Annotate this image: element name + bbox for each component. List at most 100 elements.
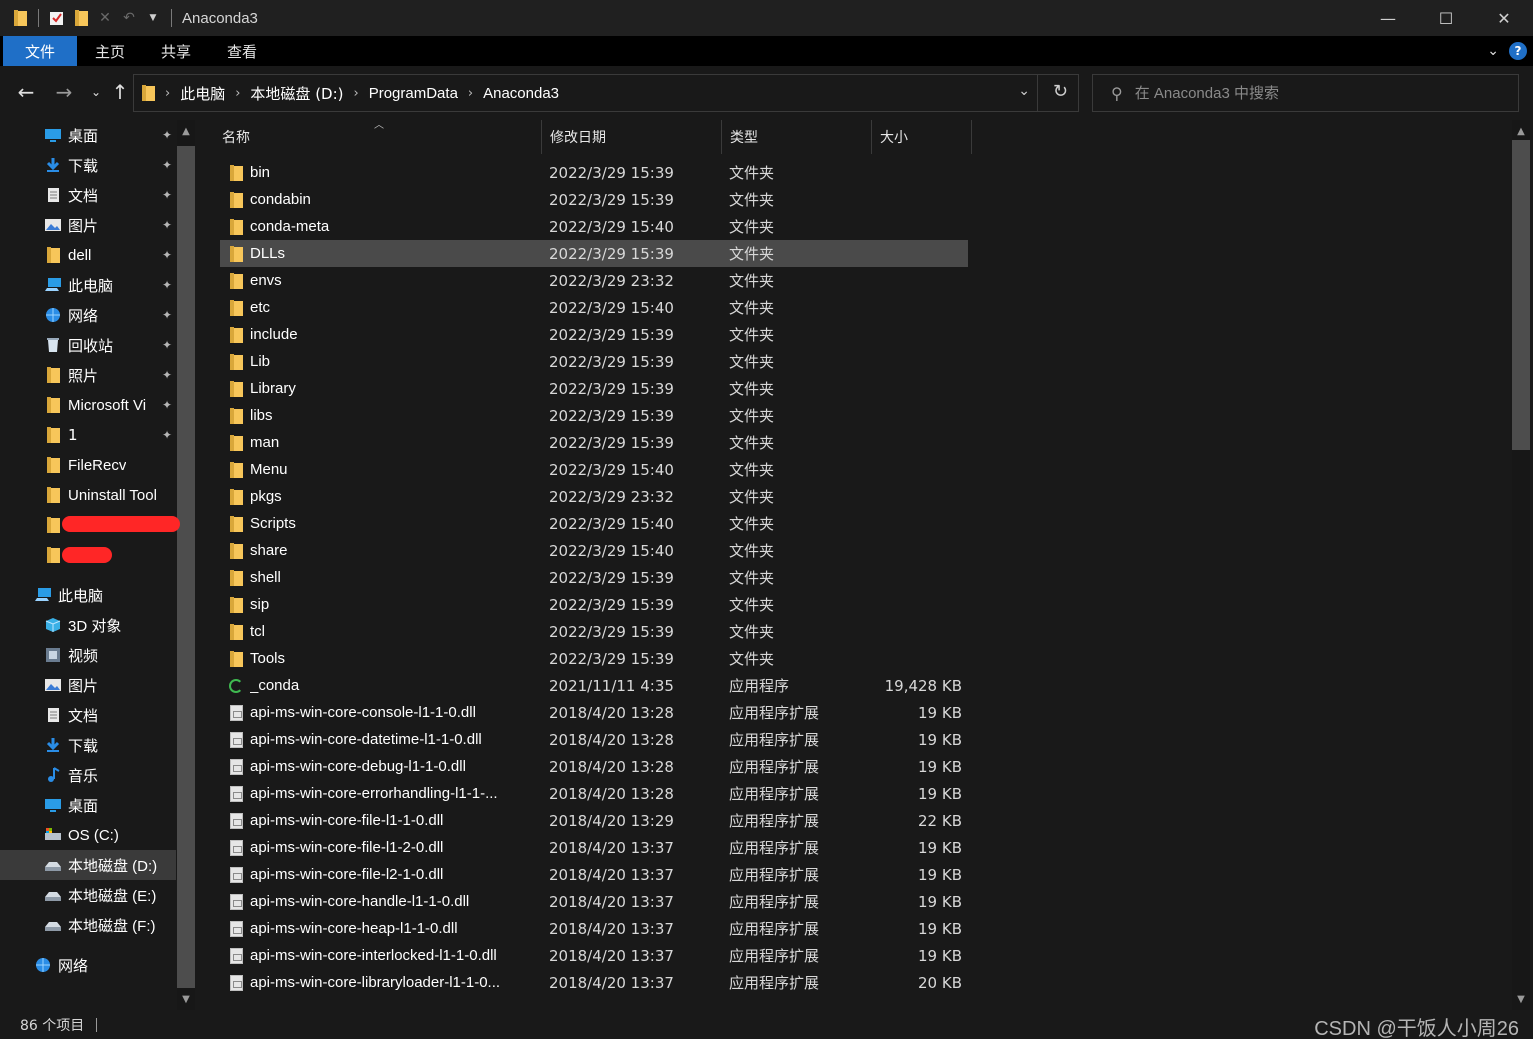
column-header-type[interactable]: 类型	[722, 120, 872, 154]
file-row[interactable]: api-ms-win-core-console-l1-1-0.dll 2018/4…	[220, 699, 968, 726]
chevron-right-icon[interactable]: ›	[354, 86, 359, 101]
breadcrumb-programdata[interactable]: ProgramData	[369, 85, 458, 102]
chevron-right-icon[interactable]: ›	[235, 86, 240, 101]
properties-icon[interactable]	[47, 8, 67, 28]
file-list-scroll-thumb[interactable]	[1512, 140, 1530, 450]
sidebar-item-quick-7[interactable]: 回收站 ✦	[0, 330, 176, 360]
sidebar-item-quick-5[interactable]: 此电脑 ✦	[0, 270, 176, 300]
sidebar-item-quick-1[interactable]: 下载 ✦	[0, 150, 176, 180]
file-row[interactable]: include 2022/3/29 15:39 文件夹	[220, 321, 968, 348]
file-row[interactable]: etc 2022/3/29 15:40 文件夹	[220, 294, 968, 321]
file-row[interactable]: api-ms-win-core-heap-l1-1-0.dll 2018/4/20…	[220, 915, 968, 942]
file-row[interactable]: man 2022/3/29 15:39 文件夹	[220, 429, 968, 456]
breadcrumb-drive-d[interactable]: 本地磁盘 (D:)	[250, 83, 343, 104]
file-row[interactable]: shell 2022/3/29 15:39 文件夹	[220, 564, 968, 591]
column-header-name[interactable]: 名称	[214, 120, 542, 154]
sidebar-item-pc-3[interactable]: 文档	[0, 700, 176, 730]
undo-icon[interactable]: ↶	[119, 8, 139, 28]
search-input[interactable]	[1134, 84, 1495, 102]
file-row[interactable]: conda-meta 2022/3/29 15:40 文件夹	[220, 213, 968, 240]
file-row[interactable]: api-ms-win-core-file-l1-2-0.dll 2018/4/20…	[220, 834, 968, 861]
tab-share[interactable]: 共享	[143, 36, 209, 66]
file-row[interactable]: api-ms-win-core-handle-l1-1-0.dll 2018/4/…	[220, 888, 968, 915]
tab-view[interactable]: 查看	[209, 36, 275, 66]
sidebar-item-pc-6[interactable]: 桌面	[0, 790, 176, 820]
sidebar-item-pc-4[interactable]: 下载	[0, 730, 176, 760]
minimize-button[interactable]: —	[1359, 0, 1417, 36]
file-row[interactable]: bin 2022/3/29 15:39 文件夹	[220, 159, 968, 186]
file-row[interactable]: DLLs 2022/3/29 15:39 文件夹	[220, 240, 968, 267]
file-row[interactable]: api-ms-win-core-interlocked-l1-1-0.dll 20…	[220, 942, 968, 969]
scroll-up-icon[interactable]: ▲	[1512, 122, 1530, 140]
tab-file[interactable]: 文件	[3, 36, 78, 66]
scroll-up-icon[interactable]: ▲	[177, 122, 195, 140]
sidebar-item-pc-1[interactable]: 视频	[0, 640, 176, 670]
sidebar-item-this-pc[interactable]: 此电脑	[0, 580, 176, 610]
sidebar-item-quick-12[interactable]: Uninstall Tool	[0, 480, 176, 510]
file-row[interactable]: Scripts 2022/3/29 15:40 文件夹	[220, 510, 968, 537]
file-row[interactable]: _conda 2021/11/11 4:35 应用程序 19,428 KB	[220, 672, 968, 699]
sidebar-scrollbar[interactable]: ▲ ▼	[177, 120, 195, 1010]
file-row[interactable]: condabin 2022/3/29 15:39 文件夹	[220, 186, 968, 213]
expand-ribbon-icon[interactable]: ⌄	[1487, 43, 1499, 59]
sidebar-item-quick-4[interactable]: dell ✦	[0, 240, 176, 270]
file-row[interactable]: envs 2022/3/29 23:32 文件夹	[220, 267, 968, 294]
sidebar-item-quick-3[interactable]: 图片 ✦	[0, 210, 176, 240]
file-row[interactable]: api-ms-win-core-file-l1-1-0.dll 2018/4/20…	[220, 807, 968, 834]
scroll-down-icon[interactable]: ▼	[177, 990, 195, 1008]
file-list-scrollbar[interactable]: ▲ ▼	[1512, 120, 1530, 1010]
file-row[interactable]: tcl 2022/3/29 15:39 文件夹	[220, 618, 968, 645]
search-box[interactable]: ⚲	[1092, 74, 1519, 112]
up-icon[interactable]: ↑	[108, 80, 132, 104]
delete-icon[interactable]: ✕	[95, 8, 115, 28]
recent-locations-icon[interactable]: ⌄	[84, 80, 108, 104]
sidebar-item-quick-0[interactable]: 桌面 ✦	[0, 120, 176, 150]
maximize-button[interactable]: ☐	[1417, 0, 1475, 36]
sidebar-item-pc-0[interactable]: 3D 对象	[0, 610, 176, 640]
sidebar-item-quick-11[interactable]: FileRecv	[0, 450, 176, 480]
breadcrumb-this-pc[interactable]: 此电脑	[180, 83, 225, 104]
file-row[interactable]: sip 2022/3/29 15:39 文件夹	[220, 591, 968, 618]
tab-home[interactable]: 主页	[77, 36, 143, 66]
chevron-down-icon[interactable]: ⌄	[1018, 83, 1030, 99]
file-row[interactable]: pkgs 2022/3/29 23:32 文件夹	[220, 483, 968, 510]
sidebar-item-pc-7[interactable]: OS (C:)	[0, 820, 176, 850]
file-row[interactable]: api-ms-win-core-datetime-l1-1-0.dll 2018/…	[220, 726, 968, 753]
sidebar-item-quick-9[interactable]: Microsoft Vi ✦	[0, 390, 176, 420]
sidebar-item-pc-10[interactable]: 本地磁盘 (F:)	[0, 910, 176, 940]
sidebar-item-pc-8[interactable]: 本地磁盘 (D:)	[0, 850, 176, 880]
sidebar-item-network[interactable]: 网络	[0, 950, 176, 980]
file-row[interactable]: api-ms-win-core-debug-l1-1-0.dll 2018/4/2…	[220, 753, 968, 780]
sidebar-item-quick-8[interactable]: 照片 ✦	[0, 360, 176, 390]
new-folder-icon[interactable]	[71, 8, 91, 28]
sidebar-item-pc-5[interactable]: 音乐	[0, 760, 176, 790]
column-header-size[interactable]: 大小	[872, 120, 972, 154]
chevron-right-icon[interactable]: ›	[468, 86, 473, 101]
sidebar-item-quick-2[interactable]: 文档 ✦	[0, 180, 176, 210]
file-row[interactable]: api-ms-win-core-libraryloader-l1-1-0... 2…	[220, 969, 968, 996]
file-row[interactable]: share 2022/3/29 15:40 文件夹	[220, 537, 968, 564]
file-row[interactable]: api-ms-win-core-file-l2-1-0.dll 2018/4/20…	[220, 861, 968, 888]
sidebar-item-quick-10[interactable]: 1 ✦	[0, 420, 176, 450]
column-header-date[interactable]: 修改日期	[542, 120, 722, 154]
file-row[interactable]: libs 2022/3/29 15:39 文件夹	[220, 402, 968, 429]
chevron-right-icon[interactable]: ›	[165, 86, 170, 101]
file-row[interactable]: Library 2022/3/29 15:39 文件夹	[220, 375, 968, 402]
close-button[interactable]: ✕	[1475, 0, 1533, 36]
sidebar-item-pc-9[interactable]: 本地磁盘 (E:)	[0, 880, 176, 910]
file-row[interactable]: api-ms-win-core-errorhandling-l1-1-... 20…	[220, 780, 968, 807]
file-row[interactable]: Lib 2022/3/29 15:39 文件夹	[220, 348, 968, 375]
breadcrumb-anaconda3[interactable]: Anaconda3	[483, 85, 559, 102]
sidebar-item-pc-2[interactable]: 图片	[0, 670, 176, 700]
forward-icon[interactable]: →	[52, 80, 76, 104]
address-bar[interactable]: › 此电脑 › 本地磁盘 (D:) › ProgramData › Anacon…	[133, 74, 1079, 112]
help-icon[interactable]: ?	[1509, 42, 1527, 60]
back-icon[interactable]: ←	[14, 80, 38, 104]
sidebar-item-quick-6[interactable]: 网络 ✦	[0, 300, 176, 330]
file-row[interactable]: Menu 2022/3/29 15:40 文件夹	[220, 456, 968, 483]
customize-toolbar-icon[interactable]: ▼	[143, 8, 163, 28]
sidebar-scroll-thumb[interactable]	[177, 146, 195, 988]
file-row[interactable]: Tools 2022/3/29 15:39 文件夹	[220, 645, 968, 672]
scroll-down-icon[interactable]: ▼	[1512, 990, 1530, 1008]
refresh-icon[interactable]: ↻	[1053, 81, 1068, 102]
